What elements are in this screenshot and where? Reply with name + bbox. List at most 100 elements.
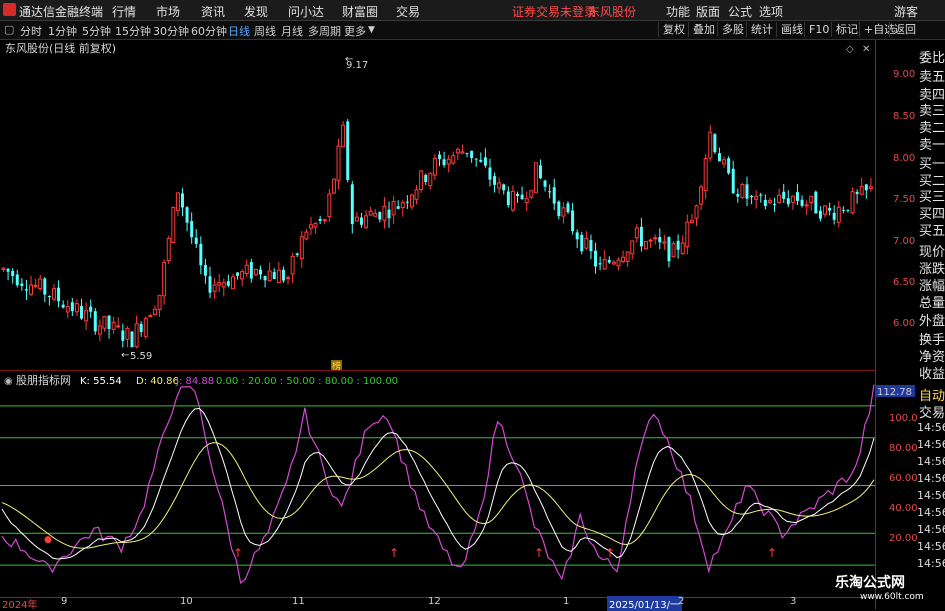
candle-body — [180, 193, 184, 208]
menu-zixun[interactable]: 资讯 — [201, 3, 225, 20]
menu-banmian[interactable]: 版面 — [696, 3, 720, 20]
menu-gongneng[interactable]: 功能 — [666, 3, 690, 20]
period-weekly[interactable]: 周线 — [254, 23, 276, 39]
candle-body — [616, 259, 621, 267]
app-logo-icon — [3, 3, 16, 16]
huaxian-button[interactable]: 画线 — [776, 22, 807, 37]
candle-body — [699, 186, 704, 205]
candle-body — [47, 296, 51, 298]
guest-button[interactable]: 游客 — [894, 3, 918, 20]
candle-body — [561, 207, 566, 217]
indicator-chart[interactable]: ↑ ↑ ↑ ↑ ↑ ◉ 股朋指标网 K: 55.54 D: 40.86 J: 84.88… — [0, 372, 875, 597]
price-axis: 9.00 8.50 8.00 7.50 7.00 6.50 6.00 112.7… — [875, 40, 917, 609]
indicator-tick: 40.00 — [889, 503, 917, 514]
candle-body — [244, 264, 249, 274]
watermark-text: 乐淘公式网 — [835, 575, 905, 591]
menu-gongshi[interactable]: 公式 — [728, 3, 752, 20]
candle-body — [387, 209, 391, 219]
chart-close-icon[interactable]: ✕ — [862, 44, 870, 55]
candle-body — [529, 190, 534, 198]
period-toolbar: ▢ 分时 1分钟 5分钟 15分钟 30分钟 60分钟 日线 周线 月线 多周期… — [0, 21, 945, 40]
candle-body — [750, 195, 754, 198]
candle-body — [70, 302, 74, 312]
quote-label: 卖一 — [919, 138, 945, 153]
candle-body — [607, 259, 611, 263]
signal-arrows: ↑ ↑ ↑ ↑ ↑ — [44, 536, 777, 560]
more-chevron-icon[interactable]: ▼ — [368, 25, 375, 35]
duogu-button[interactable]: 多股 — [717, 22, 748, 37]
candle-body — [139, 323, 143, 333]
candle-body — [331, 178, 336, 194]
menu-xuanxiang[interactable]: 选项 — [759, 3, 783, 20]
diejia-button[interactable]: 叠加 — [688, 22, 719, 37]
candle-body — [226, 281, 230, 286]
panel-toggle-icon[interactable]: ▢ — [4, 23, 14, 36]
menu-faxian[interactable]: 发现 — [244, 3, 268, 20]
period-30min[interactable]: 30分钟 — [153, 23, 189, 39]
date-label: 2 — [678, 596, 685, 607]
period-more[interactable]: 更多 — [344, 23, 366, 39]
candle-body — [143, 318, 148, 337]
candle-body — [653, 237, 658, 240]
candle-body — [1, 267, 6, 271]
period-15min[interactable]: 15分钟 — [115, 23, 151, 39]
candle-body — [299, 236, 304, 260]
period-1min[interactable]: 1分钟 — [48, 23, 77, 39]
menu-hangqing[interactable]: 行情 — [112, 3, 136, 20]
j-label: J: 84.88 — [175, 376, 214, 387]
candle-body — [543, 180, 547, 187]
menu-caifuquan[interactable]: 财富圈 — [342, 3, 378, 20]
indicator-tick: 60.00 — [889, 473, 917, 484]
candle-body — [175, 192, 180, 211]
j-line — [1, 384, 875, 585]
candle-body — [190, 221, 194, 238]
chart-settings-icon[interactable]: ◇ — [846, 44, 854, 55]
f10-button[interactable]: F10 — [804, 22, 833, 37]
candle-body — [308, 224, 313, 229]
period-60min[interactable]: 60分钟 — [191, 23, 227, 39]
trade-label[interactable]: 交易 — [919, 402, 945, 421]
candle-body — [694, 205, 699, 219]
candle-body — [625, 251, 630, 262]
candle-body — [80, 305, 84, 319]
candle-body — [516, 193, 520, 196]
candle-body — [419, 170, 424, 190]
menu-shichang[interactable]: 市场 — [156, 3, 180, 20]
candle-body — [548, 191, 552, 193]
title-bar: 通达信金融终端 行情 市场 资讯 发现 问小达 财富圈 交易 证券交易未登录 东… — [0, 0, 945, 21]
candle-body — [571, 210, 575, 232]
candle-body — [727, 158, 731, 174]
period-5min[interactable]: 5分钟 — [82, 23, 111, 39]
candle-body — [773, 204, 777, 206]
period-multi[interactable]: 多周期 — [308, 23, 341, 39]
fuquan-button[interactable]: 复权 — [658, 22, 689, 37]
period-daily[interactable]: 日线 — [228, 23, 250, 39]
candle-body — [493, 176, 497, 185]
price-tick: 6.50 — [893, 277, 915, 288]
candle-body — [736, 194, 740, 197]
date-label: 3 — [790, 596, 797, 607]
biaoji-button[interactable]: 标记 — [831, 22, 862, 37]
candle-body — [575, 232, 579, 240]
candle-body — [391, 201, 396, 216]
menu-jiaoyi[interactable]: 交易 — [396, 3, 420, 20]
candle-body — [864, 184, 868, 191]
menu-wenxiaoda[interactable]: 问小达 — [288, 3, 324, 20]
login-notice[interactable]: 证券交易未登录 — [512, 3, 596, 20]
candlestick-chart[interactable]: 东风股份(日线 前复权) 9.17 ← 5.59 ← 榜 ◇ ✕ — [0, 40, 875, 370]
candle-body — [639, 226, 643, 247]
candle-body — [346, 121, 350, 180]
candle-body — [130, 331, 134, 348]
candle-body — [786, 198, 790, 205]
period-monthly[interactable]: 月线 — [281, 23, 303, 39]
candle-body — [538, 165, 542, 179]
event-marker[interactable]: 榜 — [332, 360, 341, 370]
tongji-button[interactable]: 统计 — [746, 22, 777, 37]
indicator-toggle-icon[interactable]: ◉ — [4, 376, 13, 387]
app-title: 通达信金融终端 — [19, 5, 104, 19]
back-button[interactable]: 返回 — [889, 22, 920, 37]
candle-body — [479, 159, 483, 162]
candle-series — [1, 119, 873, 349]
low-label: 5.59 — [130, 351, 152, 362]
period-fenshi[interactable]: 分时 — [20, 23, 42, 39]
